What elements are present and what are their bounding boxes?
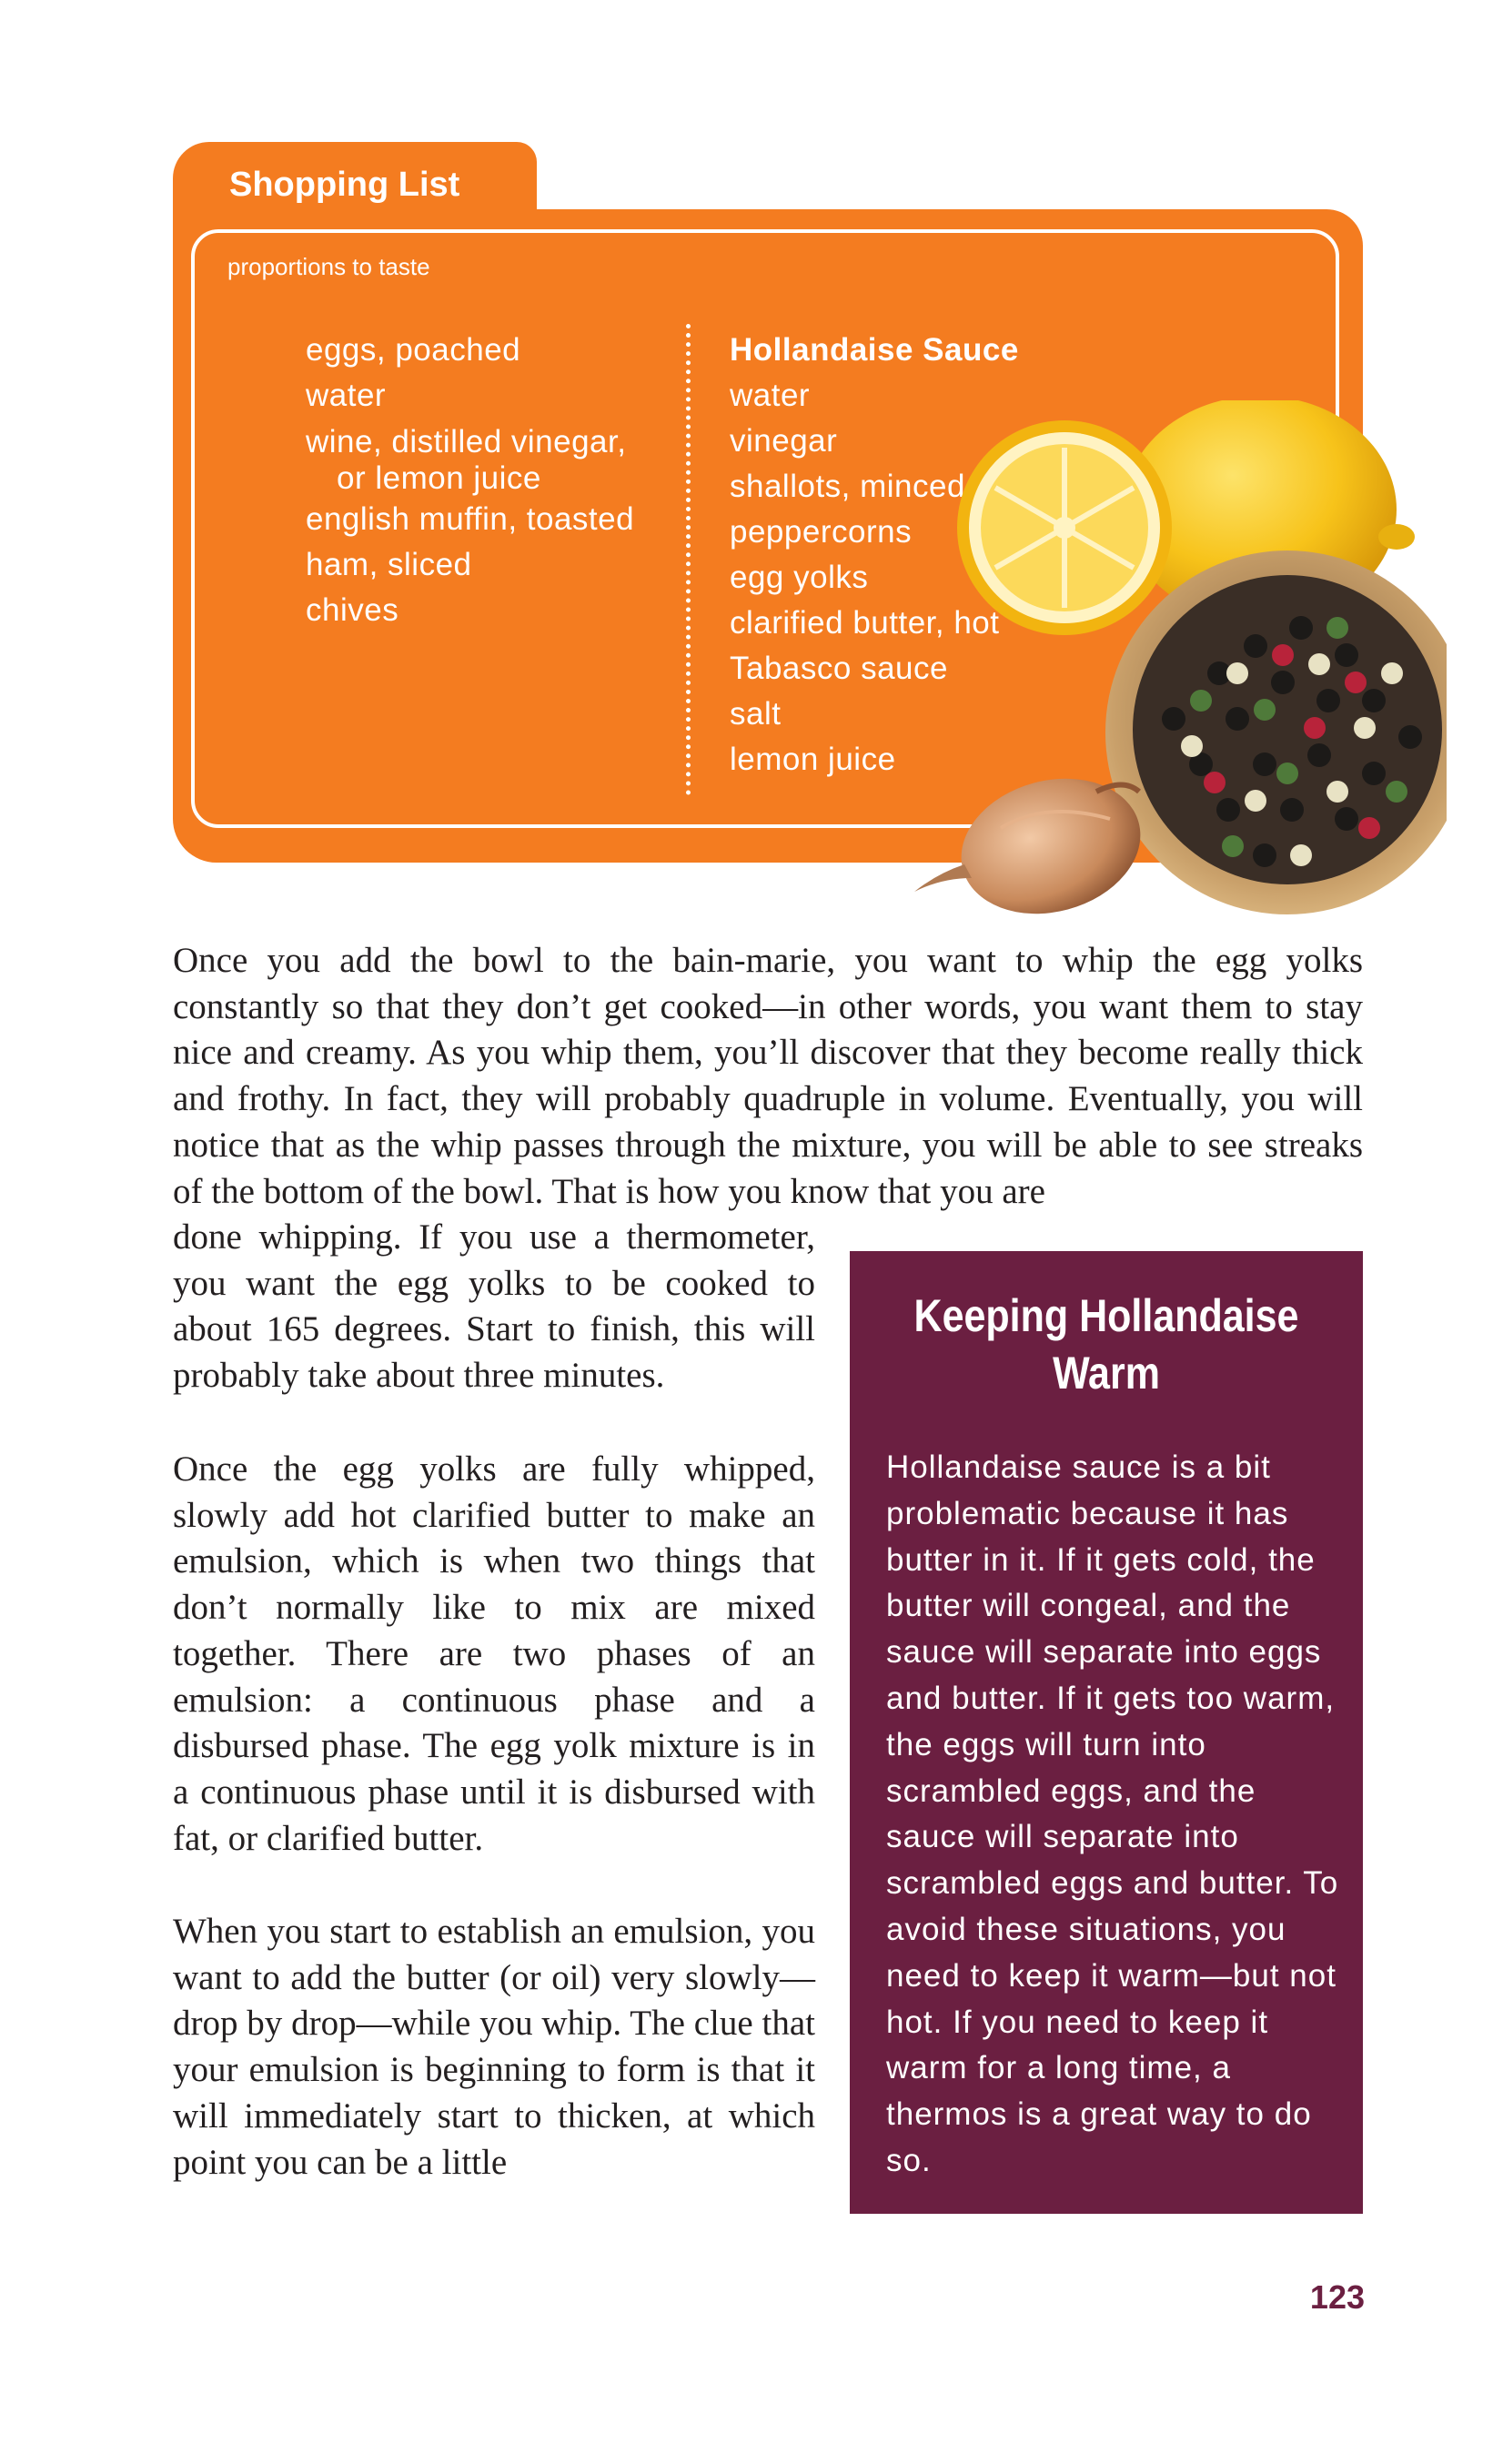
sidebar-title: Keeping Hollandaise Warm [913,1290,1299,1399]
paragraph-1: Once you add the bowl to the bain-marie,… [173,941,1363,1211]
list-item-line: or lemon juice [337,460,541,496]
hollandaise-heading: Hollandaise Sauce [730,332,1019,368]
paragraph-2: Once the egg yolks are fully whipped, sl… [173,1449,815,1858]
sidebar-box: Keeping Hollandaise Warm Hollandaise sau… [850,1251,1363,2214]
ingredients-list-left: eggs, poached water wine, distilled vine… [306,328,670,633]
paragraph-1-continued: done whipping. If you use a thermometer,… [173,1217,815,1396]
peppercorn-bowl-icon [1105,550,1447,914]
shopping-list-title: Shopping List [229,166,460,204]
list-item: english muffin, toasted [306,501,635,537]
shallot-icon [914,778,1141,914]
list-item: ham, sliced [306,547,472,582]
proportions-note: proportions to taste [227,253,430,280]
paragraph-3: When you start to establish an emulsion,… [173,1912,815,2182]
list-item: eggs, poached [306,332,521,368]
list-item: water [306,378,387,413]
ingredients-illustration [914,400,1447,914]
column-divider [686,324,691,795]
list-item-line: wine, distilled vinegar, [306,424,627,459]
sidebar-text: Hollandaise sauce is a bit problematic b… [886,1449,1339,2178]
list-item: wine, distilled vinegar, or lemon juice [306,419,670,497]
page-number: 123 [1309,2278,1365,2316]
list-item: chives [306,592,399,628]
